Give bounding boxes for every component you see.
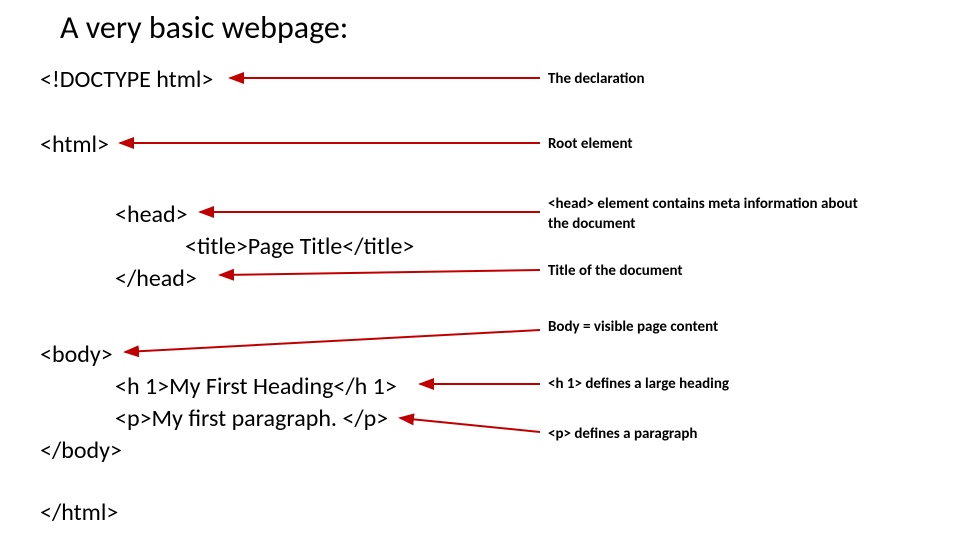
- arrow-title: [220, 270, 540, 275]
- annotation-h1: <h 1> defines a large heading: [548, 375, 729, 395]
- annotation-root: Root element: [548, 135, 633, 155]
- code-p-line: <p>My first paragraph. </p>: [115, 404, 388, 433]
- arrow-p: [400, 418, 540, 432]
- annotation-head: <head> element contains meta information…: [548, 195, 858, 234]
- code-body-open: <body>: [40, 340, 113, 369]
- code-html-close: </html>: [40, 498, 118, 527]
- code-head-open: <head>: [115, 200, 188, 229]
- annotation-p: <p> defines a paragraph: [548, 425, 697, 445]
- annotation-title: Title of the document: [548, 262, 683, 282]
- annotation-body: Body = visible page content: [548, 318, 718, 338]
- code-head-close: </head>: [115, 264, 197, 293]
- code-h1-line: <h 1>My First Heading</h 1>: [115, 372, 397, 401]
- page-title: A very basic webpage:: [60, 8, 348, 47]
- code-title-line: <title>Page Title</title>: [185, 232, 414, 261]
- code-html-open: <html>: [40, 130, 109, 159]
- code-body-close: </body>: [40, 436, 122, 465]
- annotation-declaration: The declaration: [548, 70, 645, 90]
- code-doctype: <!DOCTYPE html>: [40, 65, 213, 94]
- arrow-body: [125, 330, 540, 352]
